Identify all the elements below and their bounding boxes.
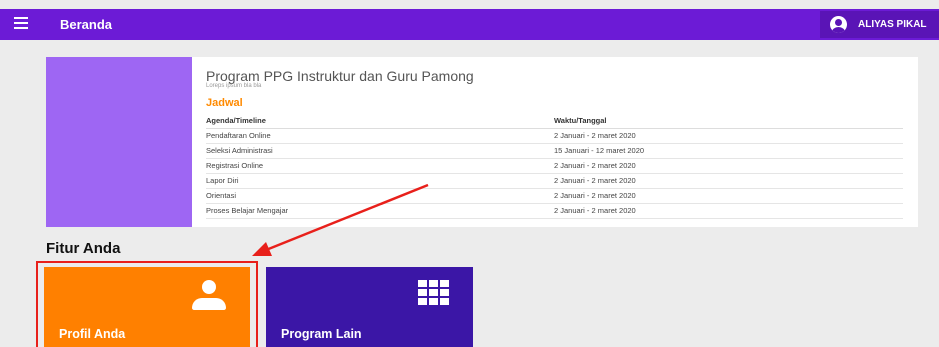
table-row: Registrasi Online 2 Januari - 2 maret 202… — [206, 158, 903, 174]
agenda-cell: Orientasi — [206, 188, 554, 204]
agenda-cell: Seleksi Administrasi — [206, 143, 554, 159]
program-subtitle: Loreps ipsum bla bla — [206, 83, 262, 89]
hamburger-menu-icon[interactable] — [14, 17, 28, 30]
account-avatar-icon — [830, 16, 847, 33]
other-programs-tile[interactable]: Program Lain — [266, 267, 473, 347]
agenda-cell: Pendaftaran Online — [206, 128, 554, 144]
date-cell: 2 Januari - 2 maret 2020 — [554, 188, 903, 204]
user-name: ALIYAS PIKAL — [858, 19, 927, 30]
agenda-cell: Proses Belajar Mengajar — [206, 203, 554, 219]
agenda-cell: Lapor Diri — [206, 173, 554, 189]
table-row: Orientasi 2 Januari - 2 maret 2020 — [206, 188, 903, 204]
top-app-bar: Beranda ALIYAS PIKAL — [0, 9, 939, 40]
program-image — [46, 57, 192, 227]
date-cell: 2 Januari - 2 maret 2020 — [554, 158, 903, 174]
column-header-waktu: Waktu/Tanggal — [554, 114, 903, 129]
date-cell: 2 Januari - 2 maret 2020 — [554, 173, 903, 189]
features-section-title: Fitur Anda — [46, 240, 121, 257]
table-row: Seleksi Administrasi 15 Januari - 12 mare… — [206, 143, 903, 159]
schedule-title: Jadwal — [206, 97, 243, 109]
other-programs-tile-label: Program Lain — [281, 327, 362, 341]
annotation-highlight-box — [36, 261, 258, 347]
table-row: Lapor Diri 2 Januari - 2 maret 2020 — [206, 173, 903, 189]
schedule-header-row: Agenda/Timeline Waktu/Tanggal — [206, 114, 903, 129]
date-cell: 2 Januari - 2 maret 2020 — [554, 128, 903, 144]
program-card: Program PPG Instruktur dan Guru Pamong L… — [46, 57, 918, 227]
agenda-cell: Registrasi Online — [206, 158, 554, 174]
column-header-agenda: Agenda/Timeline — [206, 114, 554, 129]
apps-grid-icon — [418, 280, 449, 305]
table-row: Proses Belajar Mengajar 2 Januari - 2 mar… — [206, 203, 903, 219]
date-cell: 15 Januari - 12 maret 2020 — [554, 143, 903, 159]
program-title: Program PPG Instruktur dan Guru Pamong — [206, 68, 474, 84]
schedule-table: Agenda/Timeline Waktu/Tanggal Pendaftara… — [206, 114, 903, 219]
date-cell: 2 Januari - 2 maret 2020 — [554, 203, 903, 219]
page-title: Beranda — [60, 17, 113, 32]
user-menu[interactable]: ALIYAS PIKAL — [820, 11, 939, 38]
table-row: Pendaftaran Online 2 Januari - 2 maret 20… — [206, 128, 903, 144]
